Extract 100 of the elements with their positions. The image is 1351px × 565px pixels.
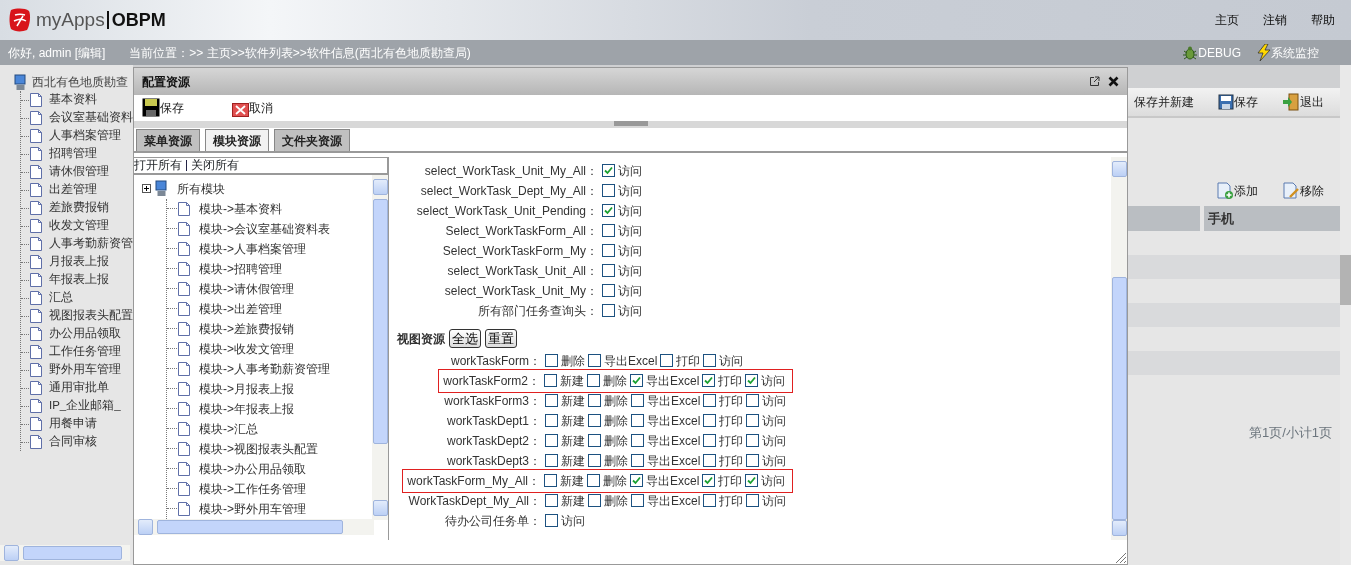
checkbox[interactable] (631, 454, 644, 468)
checkbox[interactable] (545, 454, 558, 468)
scrollbar[interactable] (134, 518, 374, 535)
tree-item[interactable]: 模块->人事考勤薪资管理 (199, 359, 330, 378)
tree-item[interactable]: 模块->会议室基础资料表 (199, 219, 330, 238)
tab[interactable]: 模块资源 (205, 128, 269, 151)
tree-item[interactable]: 模块->招聘管理 (199, 259, 282, 278)
tree-item[interactable]: 收发文管理 (49, 217, 109, 235)
toolbar-button[interactable]: 取消 (232, 98, 273, 117)
checkbox[interactable] (545, 394, 558, 408)
tree-root-label[interactable]: 西北有色地质勘查 (32, 73, 128, 91)
toolbar-button[interactable]: 退出 (1282, 93, 1324, 111)
tree-item[interactable]: 合同审核 (49, 433, 97, 451)
checkbox[interactable] (602, 304, 615, 318)
tree-item[interactable]: 人事考勤薪资管 (49, 235, 133, 253)
checkbox[interactable] (587, 474, 600, 488)
scrollbar[interactable] (0, 545, 130, 561)
checkbox[interactable] (630, 474, 643, 488)
tree-item[interactable]: IP_企业邮箱_ (49, 397, 121, 415)
checkbox[interactable] (545, 514, 558, 528)
close-icon[interactable] (1108, 76, 1119, 88)
tree-item[interactable]: 模块->年报表上报 (199, 399, 294, 418)
checkbox[interactable] (602, 204, 615, 218)
checkbox[interactable] (746, 394, 760, 408)
tree-item[interactable]: 月报表上报 (49, 253, 109, 271)
tree-item[interactable]: 通用审批单 (49, 379, 109, 397)
checkbox[interactable] (602, 264, 615, 278)
checkbox[interactable] (703, 494, 717, 508)
tree-item[interactable]: 模块->月报表上报 (199, 379, 294, 398)
tab[interactable]: 文件夹资源 (274, 128, 350, 151)
popout-icon[interactable] (1089, 76, 1100, 88)
tree-item[interactable]: 年报表上报 (49, 271, 109, 289)
tree-item[interactable]: 用餐申请 (49, 415, 97, 433)
scrollbar[interactable] (372, 174, 388, 520)
tree-item[interactable]: 出差管理 (49, 181, 97, 199)
checkbox[interactable] (588, 354, 601, 368)
checkbox[interactable] (745, 474, 759, 488)
tree-item[interactable]: 会议室基础资料 (49, 109, 133, 127)
checkbox[interactable] (588, 394, 601, 408)
checkbox[interactable] (602, 284, 615, 298)
tree-item[interactable]: 差旅费报销 (49, 199, 109, 217)
action-button[interactable]: 添加 (1216, 180, 1258, 202)
tree-item[interactable]: 基本资料 (49, 91, 97, 109)
checkbox[interactable] (631, 494, 644, 508)
checkbox[interactable] (703, 414, 717, 428)
resize-grip-icon[interactable] (1115, 552, 1127, 564)
tree-link[interactable]: 打开所有 (134, 157, 182, 174)
tree-item[interactable]: 办公用品领取 (49, 325, 121, 343)
scrollbar[interactable] (1111, 156, 1127, 540)
tree-item[interactable]: 招聘管理 (49, 145, 97, 163)
tree-item[interactable]: 模块->工作任务管理 (199, 479, 306, 498)
checkbox[interactable] (602, 224, 615, 238)
toolbar-button[interactable]: 保存并新建 (1134, 93, 1194, 111)
tree-item[interactable]: 模块->请休假管理 (199, 279, 294, 298)
checkbox[interactable] (545, 354, 558, 368)
checkbox[interactable] (702, 474, 716, 488)
checkbox[interactable] (660, 354, 674, 368)
checkbox[interactable] (587, 374, 600, 388)
checkbox[interactable] (545, 494, 558, 508)
tree-item[interactable]: 模块->人事档案管理 (199, 239, 306, 258)
expand-icon[interactable] (142, 184, 151, 194)
tree-item[interactable]: 模块->差旅费报销 (199, 319, 294, 338)
checkbox[interactable] (545, 414, 558, 428)
checkbox[interactable] (588, 414, 601, 428)
tree-item[interactable]: 请休假管理 (49, 163, 109, 181)
checkbox[interactable] (631, 434, 644, 448)
checkbox[interactable] (545, 434, 558, 448)
header-link[interactable]: 主页 (1215, 11, 1239, 29)
checkbox[interactable] (588, 454, 601, 468)
tree-item[interactable]: 模块->收发文管理 (199, 339, 294, 358)
checkbox[interactable] (602, 244, 615, 258)
checkbox[interactable] (746, 434, 760, 448)
checkbox[interactable] (703, 354, 717, 368)
checkbox[interactable] (544, 374, 557, 388)
checkbox[interactable] (746, 454, 760, 468)
tree-item[interactable]: 模块->汇总 (199, 419, 258, 438)
toolbar-button[interactable]: 保存 (142, 97, 184, 117)
tree-item[interactable]: 人事档案管理 (49, 127, 121, 145)
checkbox[interactable] (631, 414, 644, 428)
tree-item[interactable]: 野外用车管理 (49, 361, 121, 379)
tree-item[interactable]: 视图报表头配置 (49, 307, 133, 325)
tree-item[interactable]: 模块->办公用品领取 (199, 459, 306, 478)
tab[interactable]: 菜单资源 (136, 128, 200, 151)
header-link[interactable]: 注销 (1263, 11, 1287, 29)
header-link[interactable]: 帮助 (1311, 11, 1335, 29)
tree-item[interactable]: 模块->视图报表头配置 (199, 439, 318, 458)
tree-item[interactable]: 模块->野外用车管理 (199, 499, 306, 518)
checkbox[interactable] (602, 164, 615, 178)
checkbox[interactable] (544, 474, 557, 488)
tree-item[interactable]: 工作任务管理 (49, 343, 121, 361)
tree-root-label[interactable]: 所有模块 (177, 179, 225, 198)
action-button[interactable]: 全选 (449, 329, 481, 349)
checkbox[interactable] (602, 184, 615, 198)
checkbox[interactable] (702, 374, 716, 388)
checkbox[interactable] (631, 394, 644, 408)
checkbox[interactable] (703, 394, 717, 408)
tree-item[interactable]: 模块->出差管理 (199, 299, 282, 318)
checkbox[interactable] (746, 414, 760, 428)
action-button[interactable]: 重置 (485, 329, 517, 349)
checkbox[interactable] (588, 494, 601, 508)
